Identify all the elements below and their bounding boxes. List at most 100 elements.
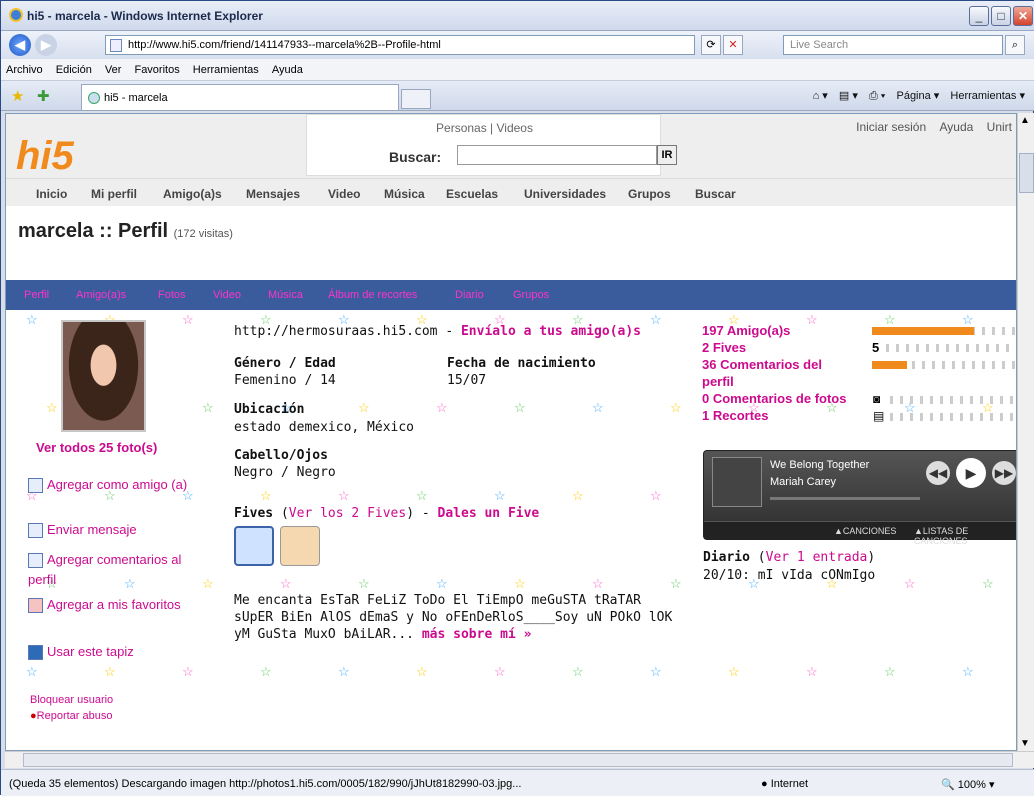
nav-amigos[interactable]: Amigo(a)s [163, 187, 222, 201]
refresh-button[interactable]: ⟳ [701, 35, 721, 55]
wallpaper-star-icon: ☆ [514, 576, 526, 591]
nav-inicio[interactable]: Inicio [36, 187, 67, 201]
wallpaper-star-icon: ☆ [572, 664, 584, 679]
url-field[interactable]: http://www.hi5.com/friend/141147933--mar… [105, 35, 695, 55]
search-go-button[interactable]: IR [657, 145, 677, 165]
page-menu[interactable]: Página ▾ [896, 90, 939, 102]
back-button[interactable]: ◀ [9, 34, 31, 56]
nav-mi-perfil[interactable]: Mi perfil [91, 187, 137, 201]
block-user-link[interactable]: Bloquear usuario [30, 694, 113, 706]
close-button[interactable]: ✕ [1013, 6, 1033, 26]
view-photos-link[interactable]: Ver todos 25 foto(s) [36, 440, 157, 455]
nav-buscar[interactable]: Buscar [695, 187, 736, 201]
rewind-icon[interactable]: ◀◀ [926, 461, 950, 485]
fast-forward-icon[interactable]: ▶▶ [992, 461, 1016, 485]
hi5-logo[interactable]: hi5 [16, 134, 74, 179]
tools-menu[interactable]: Herramientas ▾ [950, 90, 1025, 102]
wallpaper-star-icon: ☆ [884, 664, 896, 679]
profile-url[interactable]: http://hermosuraas.hi5.com [234, 324, 438, 339]
more-about-link[interactable]: más sobre mí » [422, 627, 532, 642]
nav-grupos[interactable]: Grupos [628, 187, 671, 201]
tab-perfil[interactable]: Perfil [24, 289, 49, 301]
menu-archivo[interactable]: Archivo [1, 59, 48, 76]
envelope-icon [28, 523, 43, 539]
nav-musica[interactable]: Música [384, 187, 425, 201]
nav-universidades[interactable]: Universidades [524, 187, 606, 201]
location-label: Ubicación [234, 402, 305, 417]
favorites-star-icon[interactable]: ★ [11, 87, 24, 105]
view-fives-link[interactable]: Ver los 2 Fives [289, 506, 406, 521]
tab-diario[interactable]: Diario [455, 289, 484, 301]
scroll-thumb[interactable] [1019, 153, 1034, 193]
horizontal-scrollbar[interactable] [5, 751, 1034, 768]
home-icon[interactable]: ⌂ ▾ [813, 90, 828, 102]
tab-amigos[interactable]: Amigo(a)s [76, 289, 126, 301]
stat-fives[interactable]: 2 Fives [702, 339, 852, 356]
hscroll-thumb[interactable] [23, 753, 1013, 767]
wallpaper-star-icon: ☆ [338, 488, 350, 503]
maximize-button[interactable]: □ [991, 6, 1011, 26]
five-shoe-icon[interactable] [234, 526, 274, 566]
report-abuse-link[interactable]: ●Reportar abuso [30, 710, 112, 722]
add-favorites-link[interactable]: Agregar a mis favoritos [28, 595, 188, 615]
site-header: hi5 Personas | Videos Buscar: IR Iniciar… [6, 114, 1016, 206]
nav-mensajes[interactable]: Mensajes [246, 187, 300, 201]
command-bar: ⌂ ▾ ▤ ▾ ⎙ ▾ Página ▾ Herramientas ▾ [805, 89, 1025, 103]
send-to-friends-link[interactable]: Envíalo a tus amigo(a)s [461, 324, 641, 339]
wallpaper-star-icon: ☆ [982, 576, 994, 591]
add-friend-link[interactable]: Agregar como amigo (a) [28, 476, 208, 494]
new-tab-button[interactable] [401, 89, 431, 109]
search-input[interactable]: Live Search [783, 35, 1003, 55]
nav-escuelas[interactable]: Escuelas [446, 187, 498, 201]
stat-scraps[interactable]: 1 Recortes [702, 407, 852, 424]
vertical-scrollbar[interactable]: ▲ ▼ [1017, 113, 1034, 751]
menu-ver[interactable]: Ver [100, 59, 127, 76]
add-favorite-icon[interactable]: ✚ [37, 87, 50, 105]
forward-button[interactable]: ▶ [35, 34, 57, 56]
stat-comments[interactable]: 36 Comentarios del perfil [702, 356, 852, 390]
stat-photo-comments[interactable]: 0 Comentarios de fotos [702, 390, 852, 407]
five-ballet-icon[interactable] [280, 526, 320, 566]
diary-entry[interactable]: 20/10: mI vIda cONmIgo [703, 568, 875, 583]
tab-fotos[interactable]: Fotos [158, 289, 186, 301]
minimize-button[interactable]: _ [969, 6, 989, 26]
diary-link[interactable]: Ver 1 entrada [766, 550, 868, 565]
search-icon[interactable]: ⌕ [1005, 35, 1025, 55]
play-icon[interactable]: ▶ [956, 458, 986, 488]
wallpaper-star-icon: ☆ [592, 576, 604, 591]
playlists-tab[interactable]: ▲LISTAS DE CANCIONES [914, 526, 1016, 546]
tab-hi5[interactable]: hi5 - marcela [81, 84, 399, 110]
menu-favoritos[interactable]: Favoritos [129, 59, 184, 76]
menu-herramientas[interactable]: Herramientas [188, 59, 264, 76]
help-link[interactable]: Ayuda [940, 120, 974, 134]
progress-bar[interactable] [770, 497, 920, 500]
give-five-link[interactable]: Dales un Five [438, 506, 540, 521]
tab-bar: ★ ✚ hi5 - marcela ⌂ ▾ ▤ ▾ ⎙ ▾ Página ▾ H… [1, 81, 1034, 111]
stop-button[interactable]: ✕ [723, 35, 743, 55]
use-wallpaper-link[interactable]: Usar este tapiz [28, 644, 134, 661]
search-tabs[interactable]: Personas | Videos [307, 121, 662, 135]
about-text: Me encanta EsTaR FeLiZ ToDo El TiEmpO me… [234, 592, 672, 643]
tab-musica[interactable]: Música [268, 289, 303, 301]
player-footer: ▲CANCIONES ▲LISTAS DE CANCIONES [704, 521, 1016, 546]
add-comment-link[interactable]: Agregar comentarios al perfil [28, 550, 208, 590]
nav-video[interactable]: Video [328, 187, 360, 201]
send-message-link[interactable]: Enviar mensaje [28, 522, 137, 539]
tab-video[interactable]: Video [213, 289, 241, 301]
songs-tab[interactable]: ▲CANCIONES [834, 526, 896, 536]
stat-friends[interactable]: 197 Amigo(a)s [702, 322, 852, 339]
login-link[interactable]: Iniciar sesión [856, 120, 926, 134]
menu-ayuda[interactable]: Ayuda [267, 59, 308, 76]
join-link[interactable]: Unirt [987, 120, 1012, 134]
feeds-icon[interactable]: ▤ ▾ [839, 90, 858, 102]
print-icon[interactable]: ⎙ ▾ [869, 90, 885, 102]
tab-grupos[interactable]: Grupos [513, 289, 549, 301]
photo-comments-meter [890, 396, 1016, 404]
site-search-input[interactable] [457, 145, 657, 165]
menu-edicion[interactable]: Edición [51, 59, 97, 76]
profile-photo[interactable] [61, 320, 146, 432]
wallpaper-star-icon: ☆ [26, 664, 38, 679]
tab-album[interactable]: Álbum de recortes [328, 289, 417, 301]
wallpaper-star-icon: ☆ [572, 488, 584, 503]
zoom-level[interactable]: 🔍 100% ▾ [941, 778, 994, 791]
